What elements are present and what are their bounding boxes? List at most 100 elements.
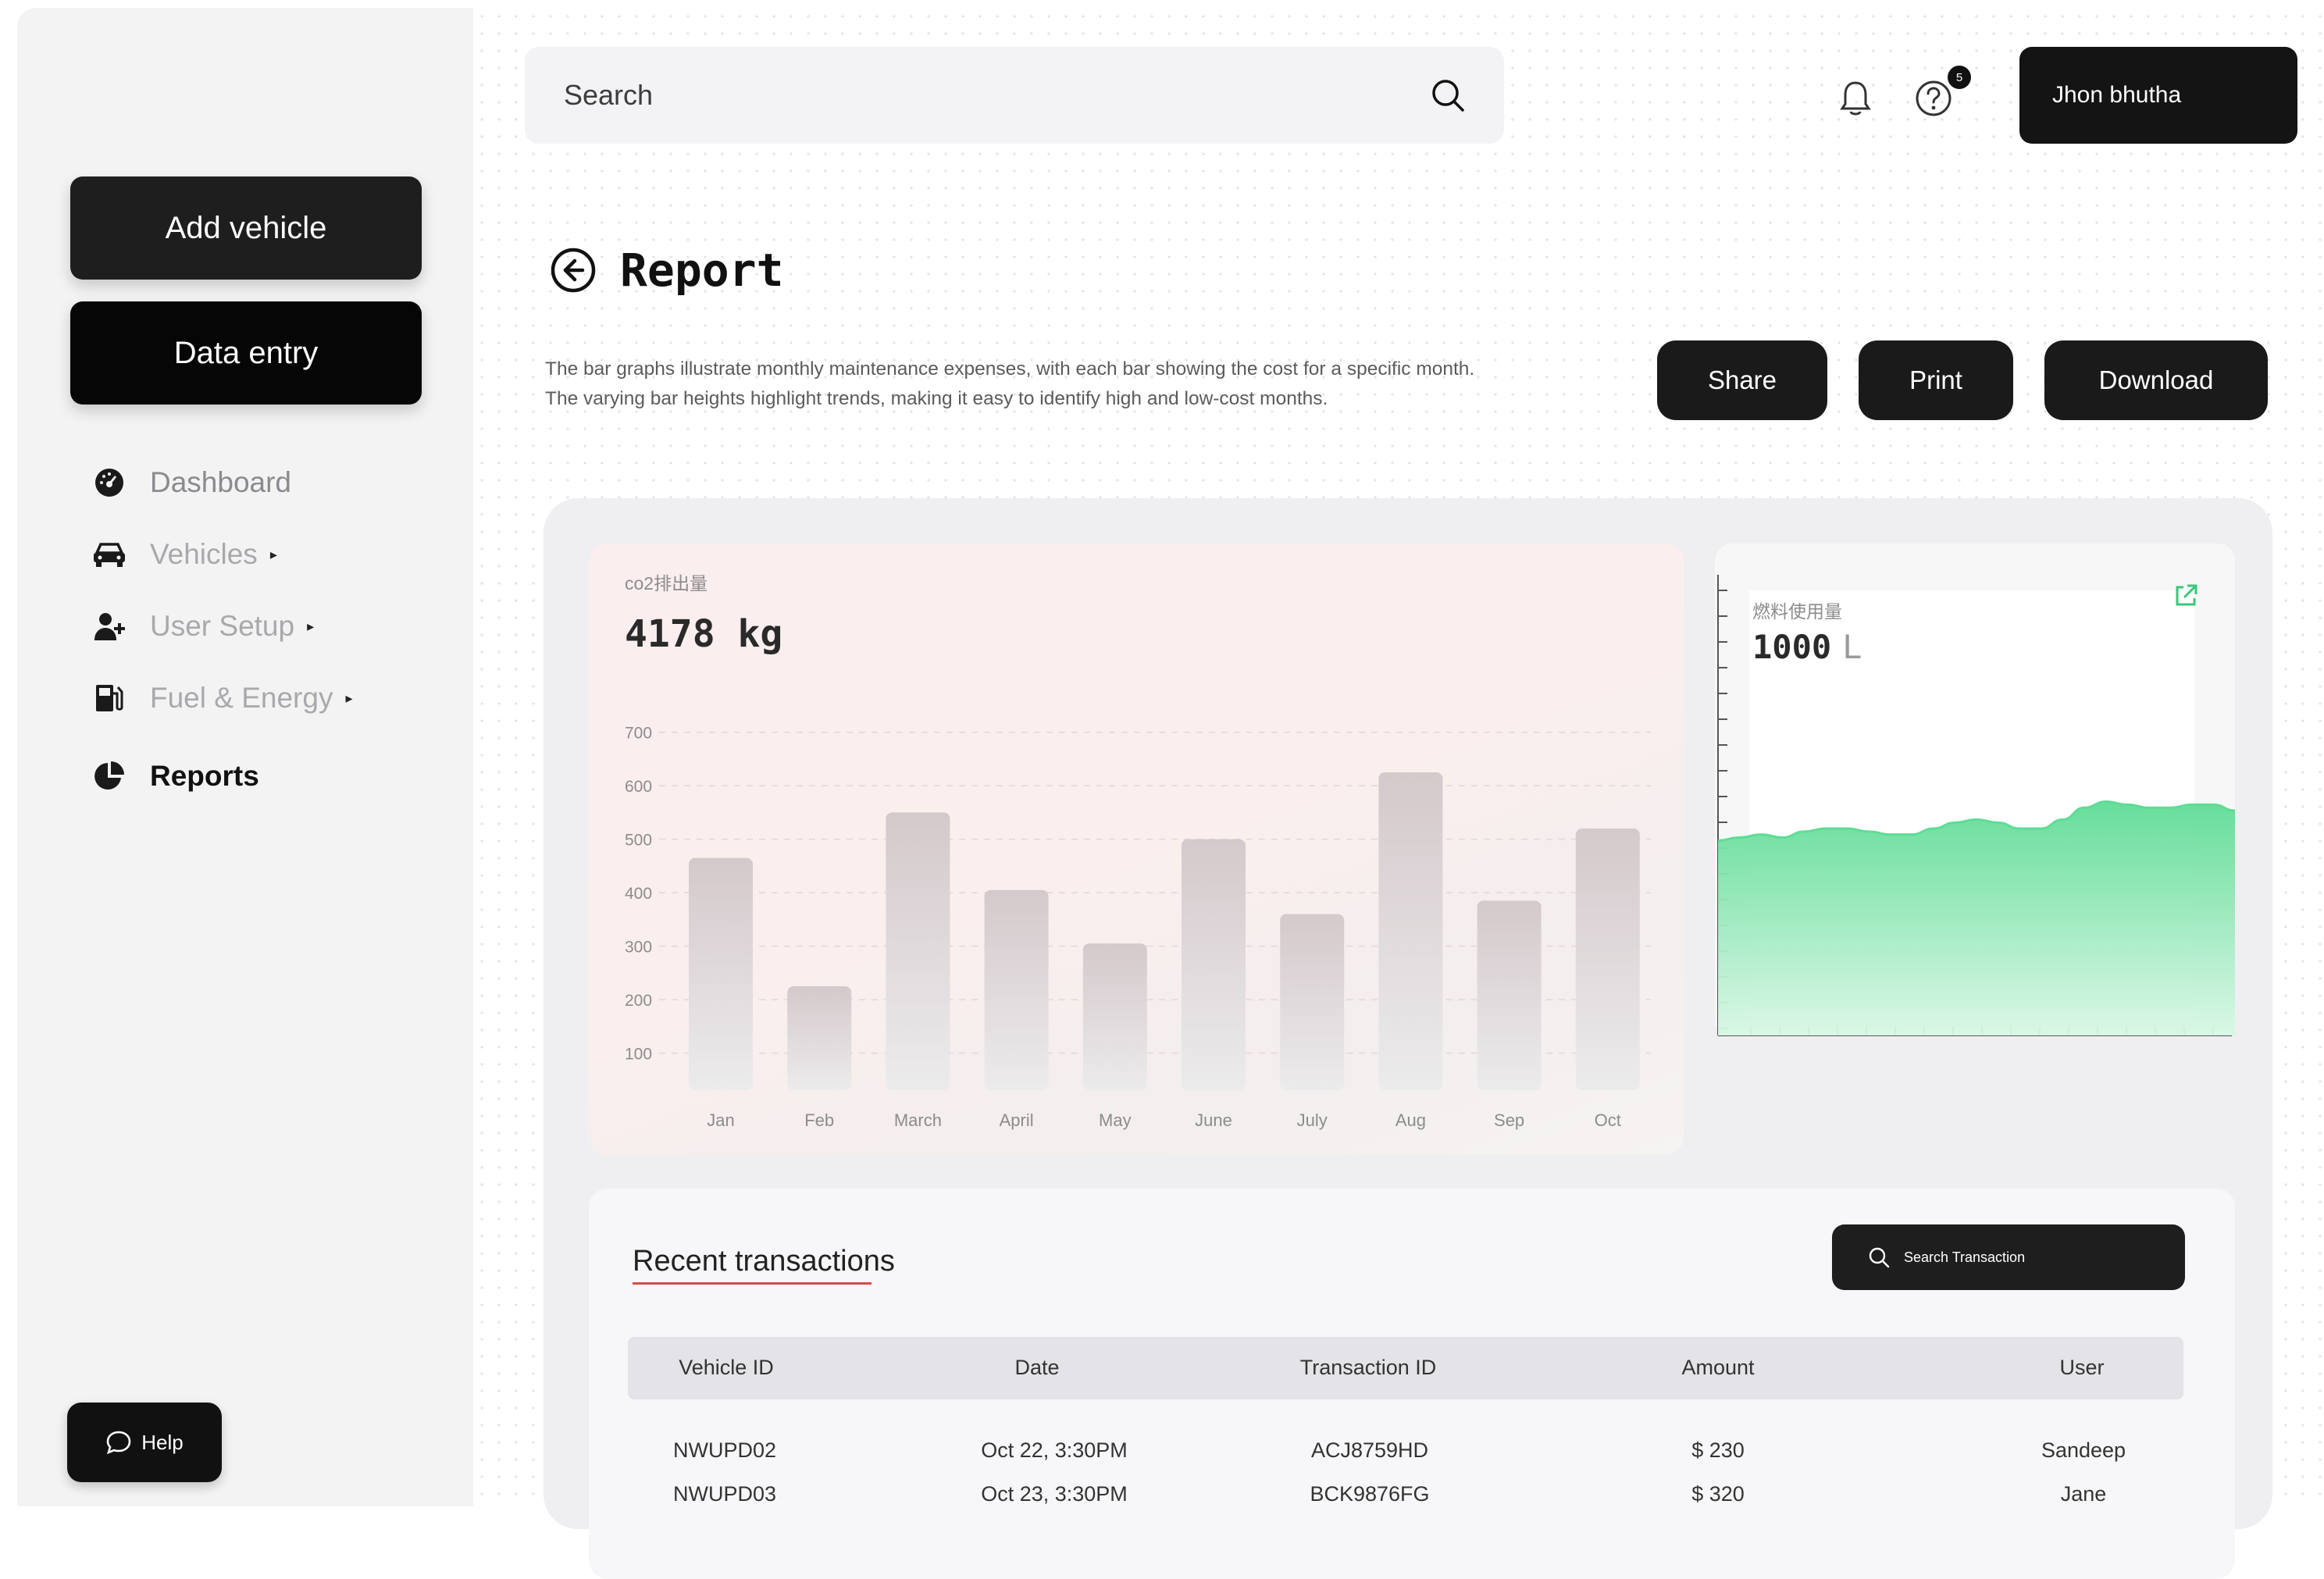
y-tick-label: 300	[625, 939, 652, 957]
column-header-user[interactable]: User	[2059, 1356, 2104, 1380]
bar-aug[interactable]	[1378, 772, 1443, 1090]
caret-right-icon: ▸	[307, 618, 315, 634]
search-bar[interactable]: Search	[525, 47, 1504, 144]
table-header: Vehicle ID Date Transaction ID Amount Us…	[628, 1337, 2183, 1399]
column-header-transaction-id[interactable]: Transaction ID	[1300, 1356, 1437, 1380]
fuel-area-chart-card: 燃料使用量 1000 L	[1715, 544, 2235, 1037]
x-tick-label: March	[894, 1110, 942, 1130]
sidebar-item-dashboard[interactable]: Dashboard	[92, 447, 353, 519]
app-window: Add vehicle Data entry Dashboard Vehicle…	[17, 8, 2324, 1579]
print-button[interactable]: Print	[1859, 340, 2013, 420]
fuel-usage-area[interactable]	[1718, 801, 2235, 1035]
title-underline	[633, 1282, 872, 1285]
fuel-value: 1000 L	[1752, 628, 1862, 666]
y-tick-label: 500	[625, 832, 652, 850]
dashboard-gauge-icon	[92, 465, 127, 500]
share-button[interactable]: Share	[1657, 340, 1827, 420]
x-tick-label: Sep	[1494, 1110, 1524, 1130]
column-header-amount[interactable]: Amount	[1681, 1356, 1754, 1380]
back-arrow-icon[interactable]	[550, 247, 597, 294]
sidebar-item-user-setup[interactable]: User Setup ▸	[92, 590, 353, 662]
data-entry-button[interactable]: Data entry	[70, 301, 422, 405]
cell-date: Oct 23, 3:30PM	[981, 1482, 1128, 1506]
page-title: Report	[620, 244, 784, 297]
notification-bell-icon[interactable]	[1838, 80, 1873, 117]
fuel-unit: L	[1842, 628, 1862, 666]
x-tick-label: May	[1099, 1110, 1132, 1130]
search-icon[interactable]	[1431, 78, 1465, 112]
x-tick-label: Feb	[804, 1110, 834, 1130]
sidebar-item-reports[interactable]: Reports	[92, 740, 353, 812]
caret-right-icon: ▸	[269, 546, 277, 562]
bar-oct[interactable]	[1575, 828, 1640, 1090]
bar-chart: 100 200 300 400 500 600 700 Jan Feb March April May…	[625, 725, 1651, 1130]
help-label: Help	[141, 1430, 184, 1454]
y-tick-label: 700	[625, 725, 652, 743]
report-description: The bar graphs illustrate monthly mainte…	[545, 358, 1475, 409]
cell-vehicle-id: NWUPD02	[672, 1438, 777, 1462]
fuel-amount: 1000	[1752, 628, 1832, 666]
sidebar-item-fuel-energy[interactable]: Fuel & Energy ▸	[92, 662, 353, 734]
cell-user: Sandeep	[2041, 1438, 2126, 1462]
cell-vehicle-id: NWUPD03	[672, 1482, 777, 1506]
sidebar-nav: Dashboard Vehicles ▸ User Setup ▸ Fuel &…	[92, 447, 353, 812]
fuel-label: 燃料使用量	[1752, 601, 1842, 622]
sidebar-item-label: User Setup	[150, 610, 295, 642]
sidebar-item-vehicles[interactable]: Vehicles ▸	[92, 519, 353, 590]
fuel-pump-icon	[92, 681, 127, 715]
car-icon	[92, 537, 127, 572]
x-tick-label: Aug	[1395, 1110, 1426, 1130]
notification-badge: 5	[1948, 66, 1971, 89]
y-tick-label: 100	[625, 1046, 652, 1064]
sidebar-item-label: Dashboard	[150, 466, 292, 498]
search-icon	[1869, 1247, 1890, 1268]
transaction-search-input[interactable]: Search Transaction	[1904, 1249, 2025, 1266]
sidebar-item-label: Fuel & Energy	[150, 682, 333, 714]
transaction-search-field[interactable]: Search Transaction	[1832, 1224, 2185, 1290]
bar-jan[interactable]	[689, 857, 753, 1090]
search-input[interactable]: Search	[564, 79, 1431, 112]
bar-march[interactable]	[886, 812, 950, 1090]
cell-transaction-id: ACJ8759HD	[1310, 1438, 1429, 1462]
external-link-icon[interactable]	[2173, 583, 2199, 609]
sidebar-item-label: Vehicles	[150, 538, 258, 570]
cell-amount: $ 320	[1691, 1482, 1745, 1506]
help-button[interactable]: Help	[67, 1403, 222, 1482]
bar-feb[interactable]	[787, 986, 852, 1090]
sidebar: Add vehicle Data entry Dashboard Vehicle…	[17, 8, 473, 1506]
y-tick-label: 200	[625, 992, 652, 1010]
report-panel: co2排出量 4178 kg 100 200 300 400 500 600 700 Jan F…	[544, 498, 2272, 1579]
chat-bubble-icon	[106, 1431, 131, 1455]
pie-chart-icon	[92, 759, 127, 793]
y-tick-label: 600	[625, 778, 652, 796]
page-header: Report	[550, 244, 784, 297]
x-tick-label: June	[1195, 1110, 1232, 1130]
cell-transaction-id: BCK9876FG	[1310, 1482, 1430, 1506]
x-tick-label: July	[1297, 1110, 1328, 1130]
transactions-title: Recent transactions	[633, 1245, 895, 1278]
main-content: Search 5 Jhon bhutha Report The bar grap…	[473, 8, 2324, 1579]
user-add-icon	[92, 609, 127, 643]
co2-bar-chart-card: co2排出量 4178 kg 100 200 300 400 500 600 700 Jan F…	[589, 544, 1684, 1154]
cell-user: Jane	[2060, 1482, 2107, 1506]
recent-transactions-card: Recent transactions Search Transaction V…	[589, 1189, 2235, 1579]
bar-sep[interactable]	[1477, 900, 1542, 1090]
x-tick-label: April	[1000, 1110, 1034, 1130]
bar-july[interactable]	[1280, 914, 1345, 1090]
bar-june[interactable]	[1182, 839, 1246, 1090]
x-tick-label: Oct	[1595, 1110, 1621, 1130]
download-button[interactable]: Download	[2044, 340, 2268, 420]
help-circle-icon[interactable]	[1915, 80, 1952, 117]
column-header-date[interactable]: Date	[1014, 1356, 1059, 1380]
user-menu-button[interactable]: Jhon bhutha	[2019, 47, 2297, 144]
cell-amount: $ 230	[1691, 1438, 1745, 1462]
bar-april[interactable]	[984, 889, 1049, 1090]
sidebar-item-label: Reports	[150, 760, 259, 792]
y-tick-label: 400	[625, 885, 652, 903]
x-tick-label: Jan	[707, 1110, 734, 1130]
add-vehicle-button[interactable]: Add vehicle	[70, 176, 422, 280]
column-header-vehicle-id[interactable]: Vehicle ID	[679, 1356, 774, 1380]
caret-right-icon: ▸	[345, 690, 353, 706]
cell-date: Oct 22, 3:30PM	[981, 1438, 1128, 1462]
bar-may[interactable]	[1082, 943, 1147, 1090]
